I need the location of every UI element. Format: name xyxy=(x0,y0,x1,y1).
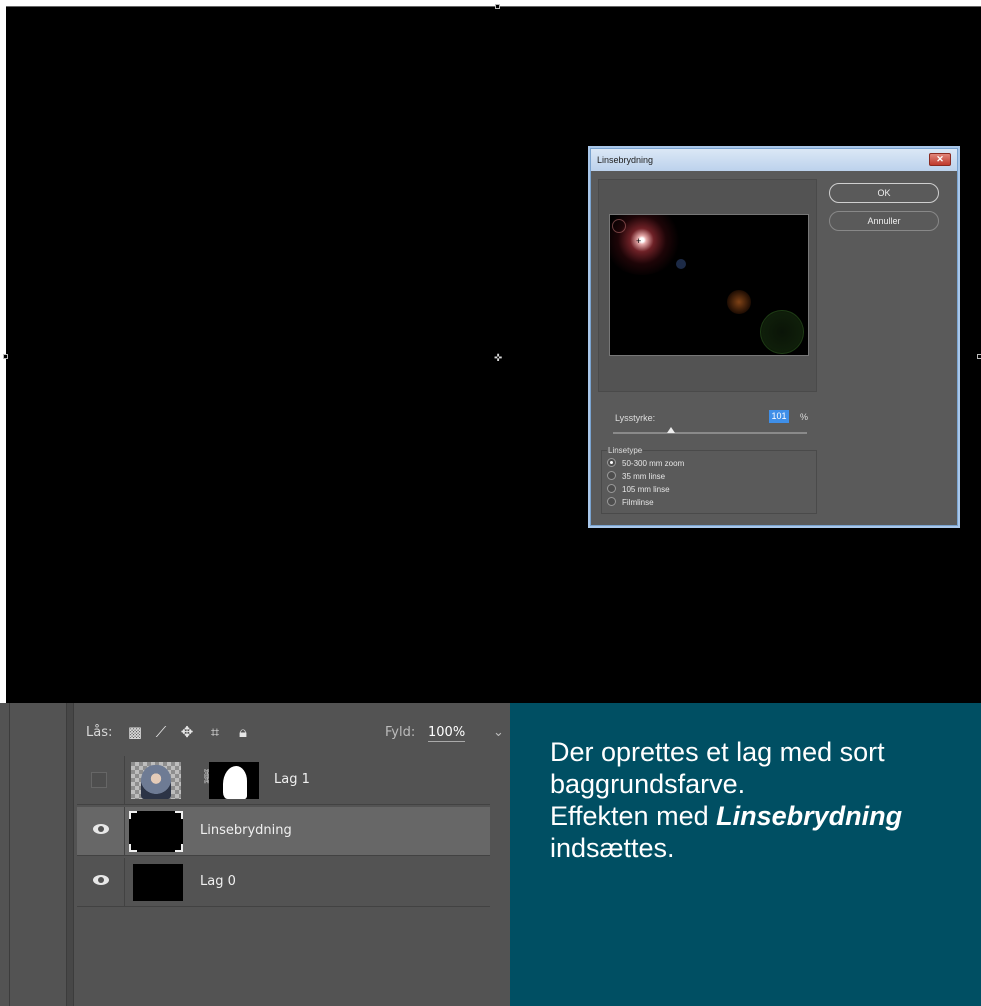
selection-corner xyxy=(175,844,183,852)
flare-ring-small xyxy=(612,219,626,233)
layer-thumbnail[interactable] xyxy=(131,762,181,799)
lock-label: Lås: xyxy=(86,725,113,740)
move-icon[interactable]: ✥ xyxy=(178,723,196,741)
crosshair-center-icon: ✜ xyxy=(494,353,503,364)
layer-name[interactable]: Lag 0 xyxy=(200,874,236,889)
transform-handle-left[interactable] xyxy=(3,354,8,359)
eye-icon[interactable] xyxy=(93,824,109,834)
flare-orb-blue xyxy=(676,259,686,269)
layer-thumbnail[interactable] xyxy=(129,811,183,852)
flare-orb-green xyxy=(760,310,804,354)
flare-center-marker-icon[interactable]: + xyxy=(636,237,641,246)
transform-handle-top[interactable] xyxy=(495,4,500,9)
lens-option-35mm[interactable]: 35 mm linse xyxy=(607,471,665,483)
layers-panel: Lås: ▩ ⟋ ✥ ⌗ 🔒︎ Fyld: 100% ⌄ ⛓︎ Lag 1 Li… xyxy=(0,703,510,1006)
chevron-down-icon[interactable]: ⌄ xyxy=(493,725,504,740)
brightness-slider[interactable] xyxy=(613,432,807,434)
checkerboard-icon[interactable]: ▩ xyxy=(126,723,144,741)
layer-visibility-toggle[interactable] xyxy=(77,756,125,804)
visibility-off-icon[interactable] xyxy=(91,772,107,788)
caption-line-2: Effekten med Linsebrydning indsættes. xyxy=(550,800,981,864)
fill-input[interactable]: 100% xyxy=(428,725,466,742)
lens-option-105mm[interactable]: 105 mm linse xyxy=(607,484,670,496)
radio-button[interactable] xyxy=(607,484,616,494)
layer-mask-thumbnail[interactable] xyxy=(209,762,259,799)
lens-option-label: Filmlinse xyxy=(622,498,654,507)
layer-visibility-toggle[interactable] xyxy=(77,807,125,855)
fill-label: Fyld: xyxy=(385,725,416,740)
close-button[interactable]: ✕ xyxy=(929,153,951,166)
lock-row: Lås: ▩ ⟋ ✥ ⌗ 🔒︎ Fyld: 100% ⌄ xyxy=(80,721,510,747)
brush-icon[interactable]: ⟋ xyxy=(152,723,170,741)
caption-line-2-suffix: indsættes. xyxy=(550,833,675,863)
preview-area: + xyxy=(598,179,817,392)
layer-row-lag-0[interactable]: Lag 0 xyxy=(77,858,490,907)
selection-corner xyxy=(129,811,137,819)
portrait-thumbnail-image xyxy=(141,765,171,799)
mask-shape xyxy=(223,766,247,799)
dialog-titlebar[interactable]: Linsebrydning ✕ xyxy=(591,149,957,171)
cancel-button[interactable]: Annuller xyxy=(829,211,939,231)
selection-corner xyxy=(175,811,183,819)
dialog-title: Linsebrydning xyxy=(597,155,654,165)
lock-icon[interactable]: 🔒︎ xyxy=(234,723,252,741)
flare-preview[interactable]: + xyxy=(609,214,809,356)
lens-type-title: Linsetype xyxy=(607,446,644,455)
eye-icon[interactable] xyxy=(93,875,109,885)
layer-row-linsebrydning[interactable]: Linsebrydning xyxy=(77,807,490,856)
instruction-caption: Der oprettes et lag med sort baggrundsfa… xyxy=(510,703,981,1006)
brightness-input[interactable]: 101 xyxy=(769,410,789,423)
ok-button[interactable]: OK xyxy=(829,183,939,203)
layer-name[interactable]: Lag 1 xyxy=(274,772,310,787)
radio-button[interactable] xyxy=(607,497,616,507)
transform-handle-right[interactable] xyxy=(977,354,981,359)
caption-line-1: Der oprettes et lag med sort baggrundsfa… xyxy=(550,737,885,799)
lens-option-50-300-zoom[interactable]: 50-300 mm zoom xyxy=(607,458,684,470)
document-canvas[interactable]: ✜ Linsebrydning ✕ + OK Annuller Lysstyrk… xyxy=(3,4,981,703)
lens-option-film[interactable]: Filmlinse xyxy=(607,497,654,509)
panel-left-strip xyxy=(0,703,10,1006)
brightness-slider-thumb[interactable] xyxy=(667,427,676,433)
lens-option-label: 50-300 mm zoom xyxy=(622,459,685,468)
layer-thumbnail[interactable] xyxy=(133,864,183,901)
lens-option-label: 35 mm linse xyxy=(622,472,666,481)
layer-visibility-toggle[interactable] xyxy=(77,858,125,906)
radio-button[interactable] xyxy=(607,471,616,481)
layer-name[interactable]: Linsebrydning xyxy=(200,823,292,838)
lens-option-label: 105 mm linse xyxy=(622,485,670,494)
lens-flare-dialog: Linsebrydning ✕ + OK Annuller Lysstyrke:… xyxy=(590,148,958,526)
radio-button[interactable] xyxy=(607,458,616,468)
brightness-label: Lysstyrke: xyxy=(615,413,656,423)
panel-gutter xyxy=(66,703,74,1006)
layer-row-lag-1[interactable]: ⛓︎ Lag 1 xyxy=(77,756,490,805)
caption-line-2-prefix: Effekten med xyxy=(550,801,717,831)
brightness-unit: % xyxy=(800,412,809,422)
caption-emphasis: Linsebrydning xyxy=(716,801,903,831)
selection-corner xyxy=(129,844,137,852)
artboard-icon[interactable]: ⌗ xyxy=(206,723,224,741)
flare-orb-orange xyxy=(727,290,751,314)
